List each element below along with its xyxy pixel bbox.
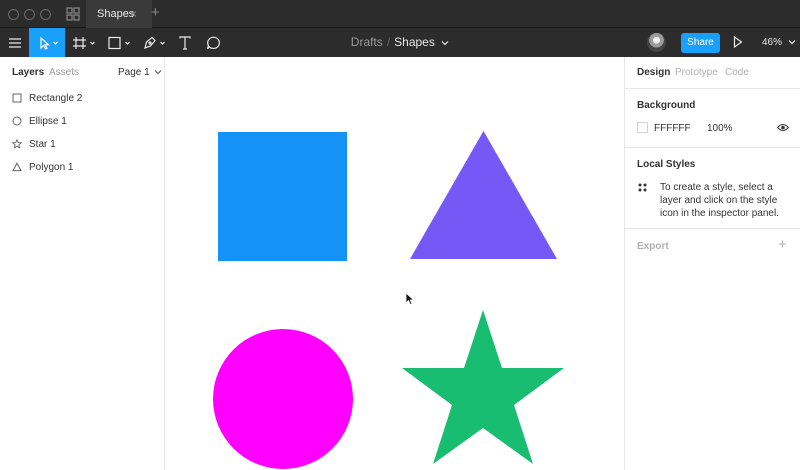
background-opacity[interactable]: 100%: [707, 123, 733, 134]
rectangle-icon: [108, 36, 130, 49]
background-section-title: Background: [637, 100, 696, 111]
minimize-window-button[interactable]: [24, 9, 35, 20]
zoom-level: 46%: [762, 37, 783, 48]
pen-tool-button[interactable]: [141, 28, 169, 57]
polygon-shape[interactable]: [410, 131, 557, 259]
rectangle-shape[interactable]: [218, 132, 347, 261]
page-selector-label: Page 1: [118, 67, 150, 78]
zoom-chevron-down-icon: [785, 37, 796, 48]
grid-icon[interactable]: [66, 7, 80, 21]
toolbar: Drafts / Shapes: [0, 28, 800, 57]
comment-tool-button[interactable]: [204, 28, 222, 57]
comment-icon: [206, 36, 220, 49]
text-tool-button[interactable]: [176, 28, 194, 57]
layers-panel: Layers Assets Page 1 Rectangle 2 Ellipse…: [0, 57, 165, 470]
frame-tool-button[interactable]: [71, 28, 99, 57]
page-selector[interactable]: Page 1: [118, 67, 162, 78]
style-icon: [638, 183, 647, 195]
play-icon[interactable]: [733, 35, 743, 51]
ellipse-layer-icon: [12, 116, 22, 129]
ellipse-shape[interactable]: [213, 329, 353, 469]
layer-name: Rectangle 2: [29, 93, 83, 104]
divider: [625, 147, 800, 148]
layer-item-star-1[interactable]: Star 1: [0, 134, 164, 156]
star-shape[interactable]: [402, 310, 564, 470]
tab-design[interactable]: Design: [637, 67, 670, 78]
move-tool-button[interactable]: [29, 28, 65, 57]
breadcrumb-separator: /: [386, 35, 391, 49]
tab-layers[interactable]: Layers: [12, 67, 44, 78]
chevron-down-icon[interactable]: [438, 35, 449, 49]
pen-icon: [144, 36, 165, 49]
divider: [625, 228, 800, 229]
menu-icon[interactable]: [0, 28, 29, 57]
close-window-button[interactable]: [8, 9, 19, 20]
layer-item-rectangle-2[interactable]: Rectangle 2: [0, 88, 164, 110]
new-tab-icon[interactable]: +: [151, 5, 160, 21]
file-tab[interactable]: Shapes: [86, 0, 152, 28]
canvas[interactable]: [165, 57, 624, 470]
tab-assets[interactable]: Assets: [49, 67, 79, 78]
tab-code[interactable]: Code: [725, 67, 749, 78]
text-icon: [179, 35, 191, 50]
breadcrumb-drafts[interactable]: Drafts: [351, 35, 383, 49]
background-color-swatch[interactable]: [637, 122, 648, 133]
layer-name: Star 1: [29, 139, 56, 150]
local-styles-help-text: To create a style, select a layer and cl…: [660, 182, 779, 219]
file-name[interactable]: Shapes: [394, 35, 435, 49]
export-section-title: Export: [637, 241, 669, 252]
maximize-window-button[interactable]: [40, 9, 51, 20]
star-layer-icon: [11, 138, 23, 152]
tab-prototype[interactable]: Prototype: [675, 67, 718, 78]
background-hex-value[interactable]: FFFFFF: [654, 123, 691, 134]
rectangle-tool-button[interactable]: [106, 28, 134, 57]
zoom-menu[interactable]: 46%: [762, 28, 796, 57]
file-tab-title: Shapes: [97, 8, 135, 20]
eye-icon[interactable]: [776, 123, 790, 135]
add-export-icon[interactable]: +: [778, 237, 787, 253]
design-panel: Design Prototype Code Background FFFFFF …: [624, 57, 800, 470]
local-styles-title: Local Styles: [637, 159, 696, 170]
layer-item-polygon-1[interactable]: Polygon 1: [0, 157, 164, 179]
frame-icon: [73, 36, 95, 49]
layer-name: Ellipse 1: [29, 116, 67, 127]
divider: [625, 88, 800, 89]
layer-item-ellipse-1[interactable]: Ellipse 1: [0, 111, 164, 133]
share-button[interactable]: Share: [681, 33, 720, 53]
move-icon: [40, 36, 58, 50]
polygon-layer-icon: [12, 162, 22, 175]
tab-close-icon[interactable]: ×: [130, 7, 137, 21]
rectangle-layer-icon: [12, 93, 22, 106]
avatar[interactable]: [647, 33, 666, 52]
title-bar: Shapes × +: [0, 0, 800, 28]
layer-name: Polygon 1: [29, 162, 74, 173]
page-chevron-down-icon: [152, 67, 162, 78]
